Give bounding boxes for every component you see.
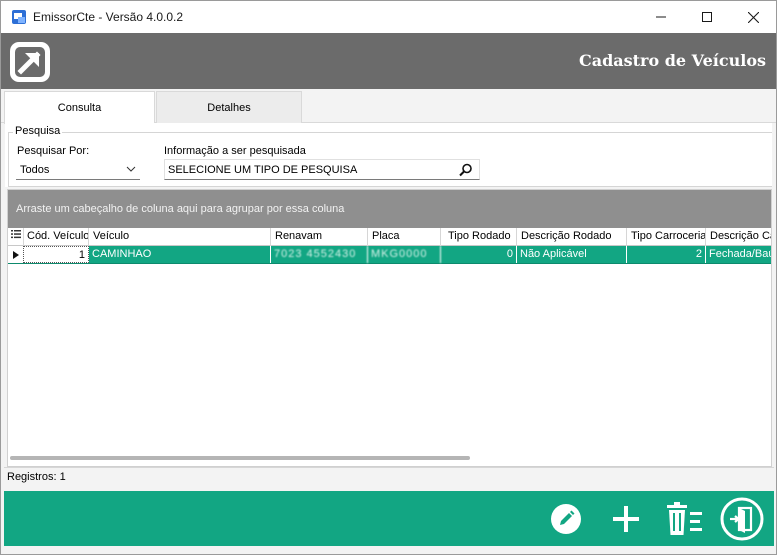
- exit-button[interactable]: [717, 491, 767, 546]
- record-count: Registros: 1: [7, 471, 66, 483]
- status-divider: [4, 467, 774, 468]
- search-group-legend: Pesquisa: [13, 125, 63, 137]
- tab-detalhes[interactable]: Detalhes: [156, 91, 302, 123]
- title-bar: EmissorCte - Versão 4.0.0.2: [1, 1, 776, 33]
- column-chooser-button[interactable]: [8, 228, 24, 246]
- search-input[interactable]: SELECIONE UM TIPO DE PESQUISA: [164, 159, 480, 180]
- current-row-arrow-icon: [12, 250, 19, 259]
- cell-placa[interactable]: MKG0000: [368, 246, 441, 263]
- cell-descricao-rodado[interactable]: Não Aplicável: [517, 246, 627, 263]
- column-header-tipo-carroceria[interactable]: Tipo Carroceria: [627, 228, 706, 246]
- maximize-button[interactable]: [684, 1, 730, 33]
- search-icon[interactable]: [459, 163, 473, 177]
- group-by-panel[interactable]: Arraste um cabeçalho de coluna aqui para…: [8, 190, 771, 228]
- delete-button[interactable]: [661, 491, 709, 546]
- search-info-label: Informação a ser pesquisada: [164, 145, 306, 157]
- action-bar: [4, 491, 774, 546]
- column-header-renavam[interactable]: Renavam: [271, 228, 368, 246]
- minimize-icon: [656, 16, 666, 18]
- maximize-icon: [702, 12, 712, 22]
- grid-header: Cód. Veículo Veículo Renavam Placa Tipo …: [8, 228, 771, 246]
- header-band: Cadastro de Veículos: [1, 33, 776, 89]
- column-header-descricao-carroceria[interactable]: Descrição Ca: [706, 228, 771, 246]
- edit-button[interactable]: [547, 491, 585, 546]
- tab-consulta[interactable]: Consulta: [4, 91, 155, 124]
- tab-strip: Consulta Detalhes: [1, 89, 776, 124]
- app-icon: [12, 10, 26, 24]
- search-input-value: SELECIONE UM TIPO DE PESQUISA: [168, 163, 358, 176]
- edit-icon: [551, 503, 581, 534]
- delete-icon: [667, 501, 702, 535]
- add-icon: [613, 505, 639, 532]
- add-button[interactable]: [607, 491, 645, 546]
- column-header-placa[interactable]: Placa: [368, 228, 441, 246]
- table-row[interactable]: 1 CAMINHAO 7023 4552430 MKG0000 0 Não Ap…: [8, 246, 771, 264]
- close-button[interactable]: [730, 1, 776, 33]
- column-header-descricao-rodado[interactable]: Descrição Rodado: [517, 228, 627, 246]
- search-by-label: Pesquisar Por:: [17, 145, 90, 157]
- cell-renavam[interactable]: 7023 4552430: [271, 246, 368, 263]
- exit-icon: [720, 497, 764, 540]
- search-by-value: Todos: [20, 163, 50, 176]
- vehicles-grid: Arraste um cabeçalho de coluna aqui para…: [7, 189, 772, 467]
- column-list-icon: [11, 230, 21, 239]
- app-window: EmissorCte - Versão 4.0.0.2 Cadastro de …: [0, 0, 777, 555]
- horizontal-scrollbar[interactable]: [10, 456, 470, 460]
- minimize-button[interactable]: [638, 1, 684, 33]
- cell-veiculo[interactable]: CAMINHAO: [89, 246, 271, 263]
- cell-descricao-carroceria[interactable]: Fechada/Baú: [706, 246, 771, 263]
- close-icon: [747, 11, 759, 23]
- arrow-logo-icon: [10, 42, 50, 82]
- cell-cod[interactable]: 1: [23, 246, 89, 263]
- search-by-select[interactable]: Todos: [16, 160, 140, 180]
- window-title: EmissorCte - Versão 4.0.0.2: [33, 10, 184, 24]
- page-title: Cadastro de Veículos: [579, 51, 766, 70]
- cell-tipo-carroceria[interactable]: 2: [627, 246, 706, 263]
- row-indicator: [8, 246, 23, 263]
- column-header-veiculo[interactable]: Veículo: [89, 228, 271, 246]
- chevron-down-icon: [126, 166, 136, 172]
- column-header-tipo-rodado[interactable]: Tipo Rodado: [441, 228, 517, 246]
- cell-tipo-rodado[interactable]: 0: [441, 246, 517, 263]
- column-header-cod[interactable]: Cód. Veículo: [23, 228, 89, 246]
- search-group: Pesquisa Pesquisar Por: Informação a ser…: [5, 123, 772, 187]
